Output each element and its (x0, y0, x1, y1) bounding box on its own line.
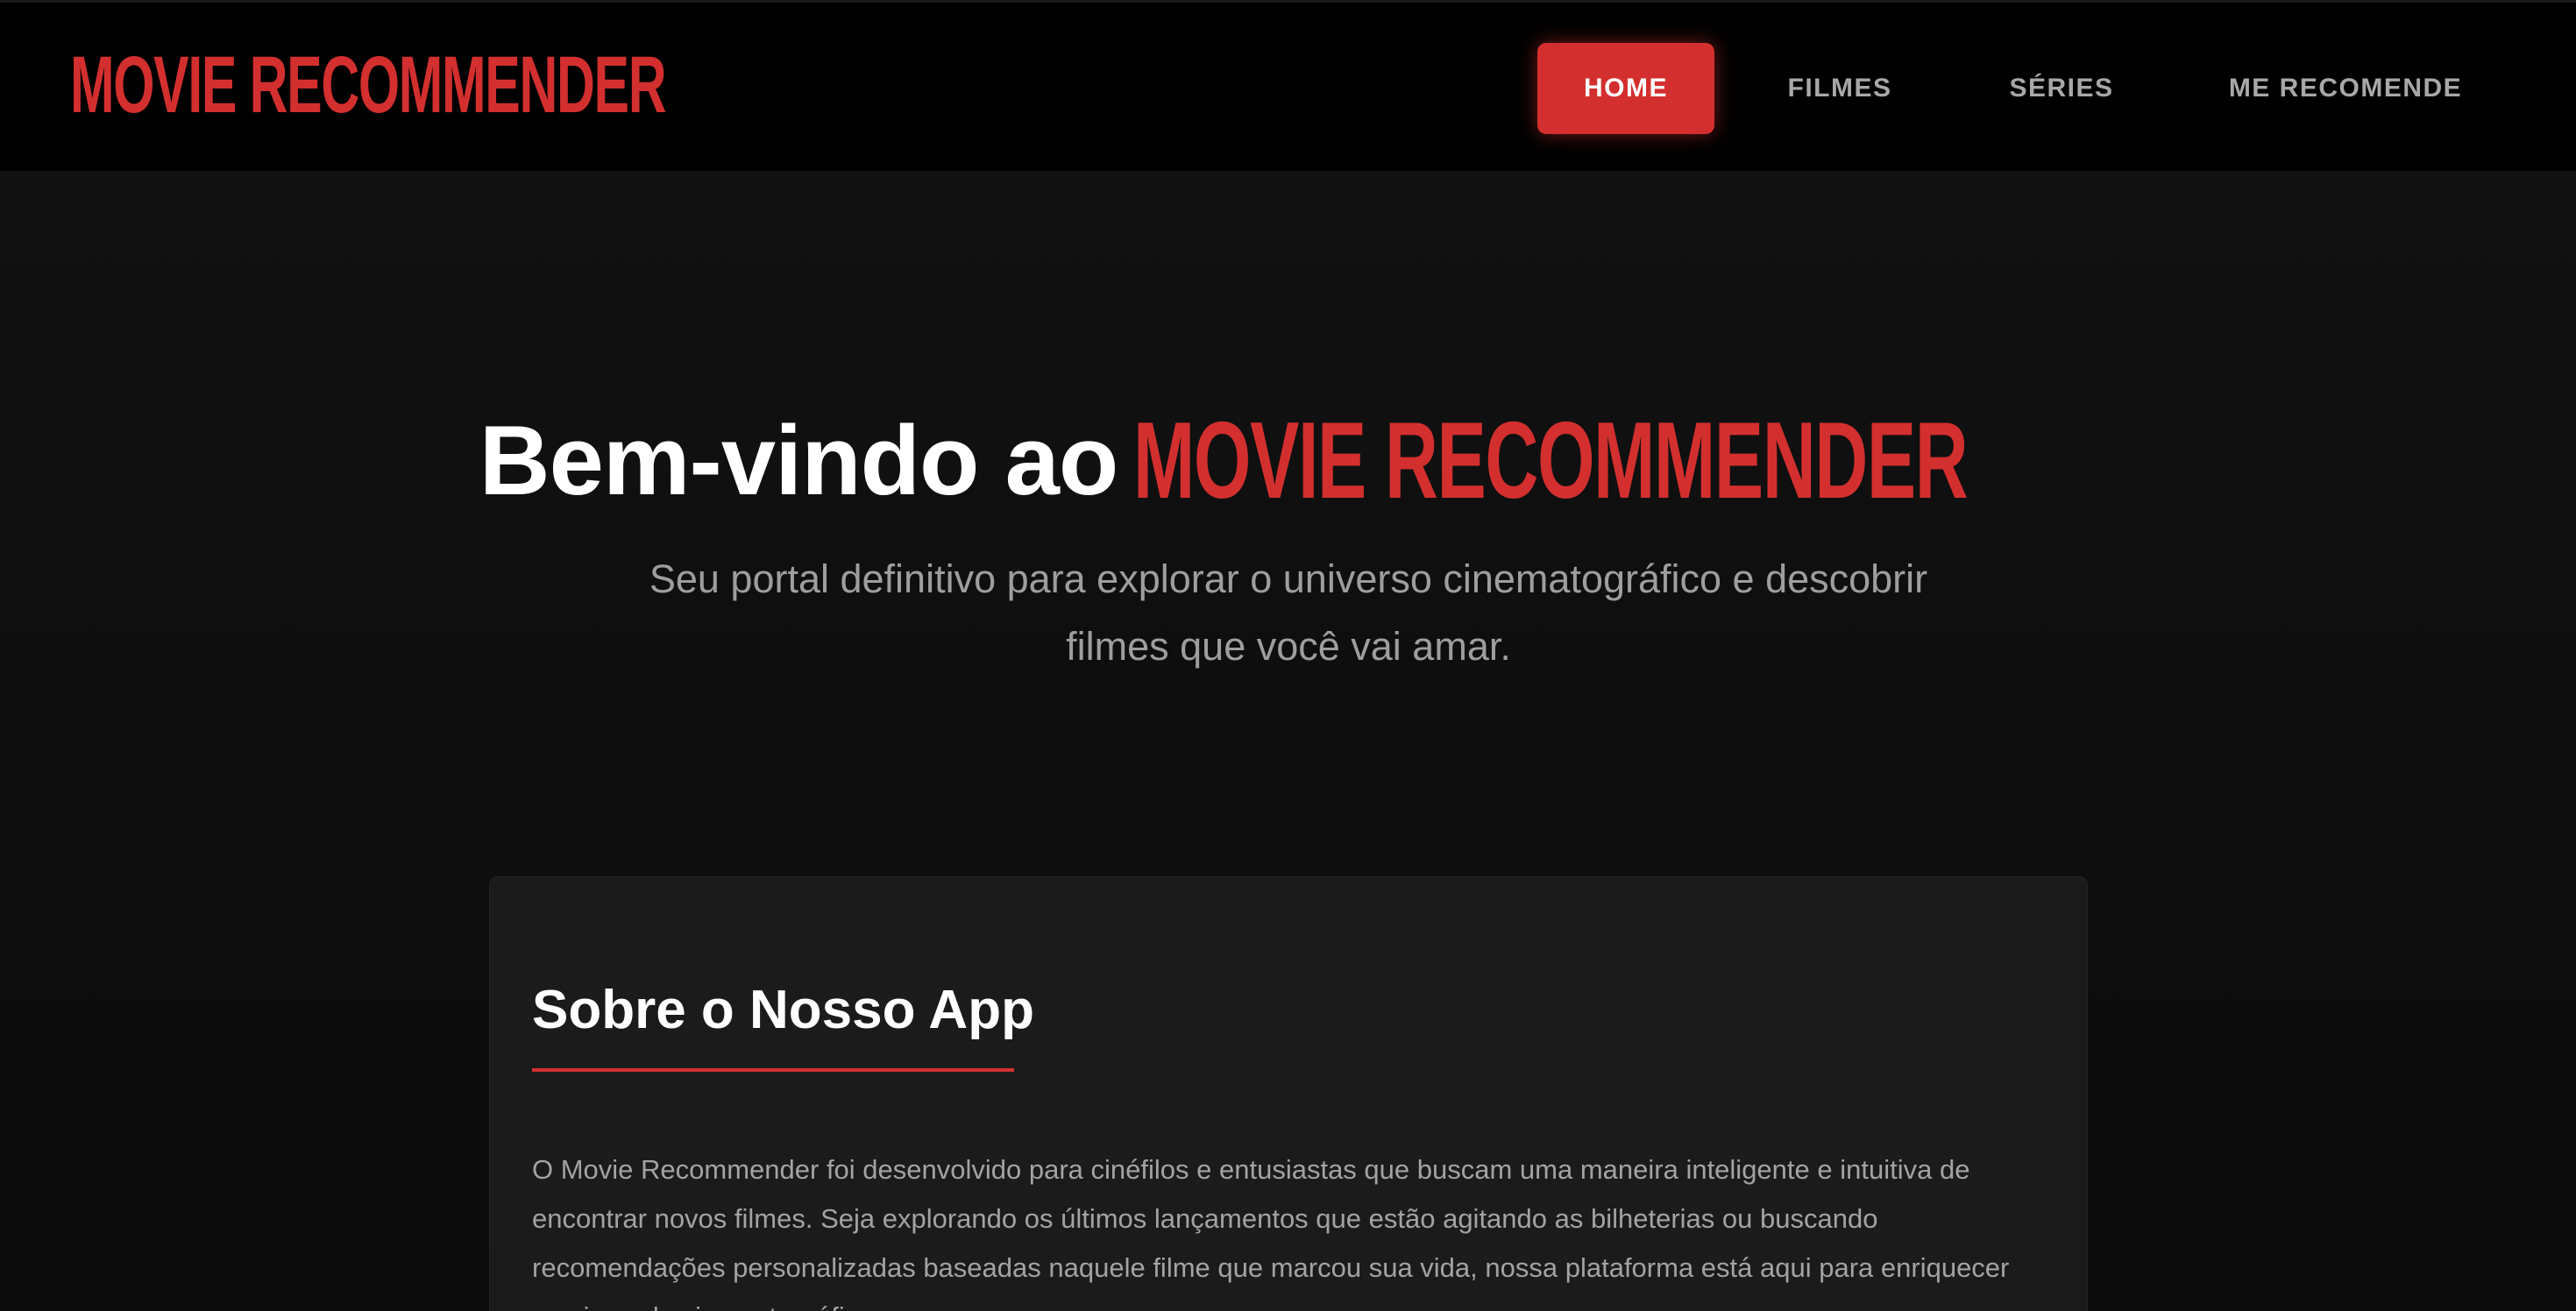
about-text: O Movie Recommender foi desenvolvido par… (532, 1154, 2010, 1311)
hero-subtitle: Seu portal definitivo para explorar o un… (649, 556, 1928, 669)
nav-series[interactable]: SÉRIES (1983, 43, 2140, 134)
hero-title-prefix: Bem-vindo ao (479, 406, 1119, 516)
about-title-underline (532, 1068, 1014, 1072)
nav-me-recomende[interactable]: ME RECOMENDE (2209, 43, 2482, 134)
page: MOVIE RECOMMENDER HOME FILMES SÉRIES ME … (0, 0, 2576, 1311)
hero-title: Bem-vindo ao MOVIE RECOMMENDER (0, 393, 2576, 522)
main-nav: HOME FILMES SÉRIES ME RECOMENDE (0, 43, 2576, 134)
top-navbar: MOVIE RECOMMENDER HOME FILMES SÉRIES ME … (0, 0, 2576, 171)
nav-home[interactable]: HOME (1537, 43, 1714, 134)
hero-title-brand: MOVIE RECOMMENDER (1133, 400, 1969, 522)
about-title: Sobre o Nosso App (532, 980, 1034, 1040)
nav-filmes[interactable]: FILMES (1763, 43, 1916, 134)
about-card: Sobre o Nosso App O Movie Recommender fo… (489, 876, 2088, 1311)
